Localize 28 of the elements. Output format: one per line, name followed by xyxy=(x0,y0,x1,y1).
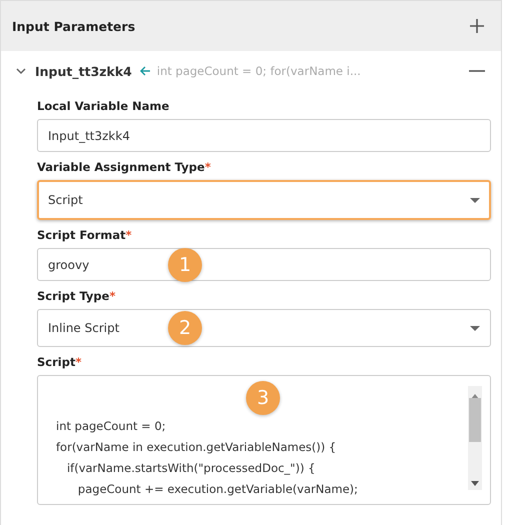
step-number-badge: 3 xyxy=(246,381,280,415)
panel-title: Input Parameters xyxy=(12,18,136,34)
scroll-down-icon[interactable] xyxy=(471,481,479,486)
step-number-badge: 2 xyxy=(168,311,202,345)
dropdown-caret-icon xyxy=(470,198,480,202)
required-mark: * xyxy=(204,160,211,174)
field-label: Local Variable Name xyxy=(37,99,170,113)
dropdown-caret-icon xyxy=(470,326,480,330)
field-label: Script Type xyxy=(37,289,110,303)
select-field[interactable]: Script xyxy=(37,180,491,220)
field-label: Variable Assignment Type xyxy=(37,160,205,174)
scrollbar[interactable] xyxy=(468,386,482,490)
field-label: Script xyxy=(37,355,76,369)
collapse-icon[interactable] xyxy=(469,69,485,73)
select-field[interactable]: Inline Script 2 xyxy=(37,309,491,347)
script-text: int pageCount = 0; for(varName in execution.getVariableNames()) { if(varName.startsWith("processedDoc_")) { pageCount += execution.getVariable(varName); xyxy=(56,418,359,498)
script-editor[interactable]: int pageCount = 0; for(varName in execution.getVariableNames()) { if(varName.startsWith("processedDoc_")) { pageCount += execution.getVariable(varName); 3 xyxy=(37,375,491,505)
required-mark: * xyxy=(75,355,82,369)
field-label: Script Format xyxy=(37,228,126,242)
step-number-badge: 1 xyxy=(168,248,202,282)
parameter-preview: int pageCount = 0; for(varName i... xyxy=(156,64,362,78)
text-field[interactable]: groovy 1 xyxy=(37,248,491,281)
add-icon[interactable] xyxy=(469,18,485,34)
text-field[interactable]: Input_tt3zkk4 xyxy=(37,119,491,152)
left-arrow-icon xyxy=(140,66,151,76)
parameter-name: Input_tt3zkk4 xyxy=(35,64,132,78)
required-mark: * xyxy=(126,228,132,242)
required-mark: * xyxy=(109,289,116,303)
